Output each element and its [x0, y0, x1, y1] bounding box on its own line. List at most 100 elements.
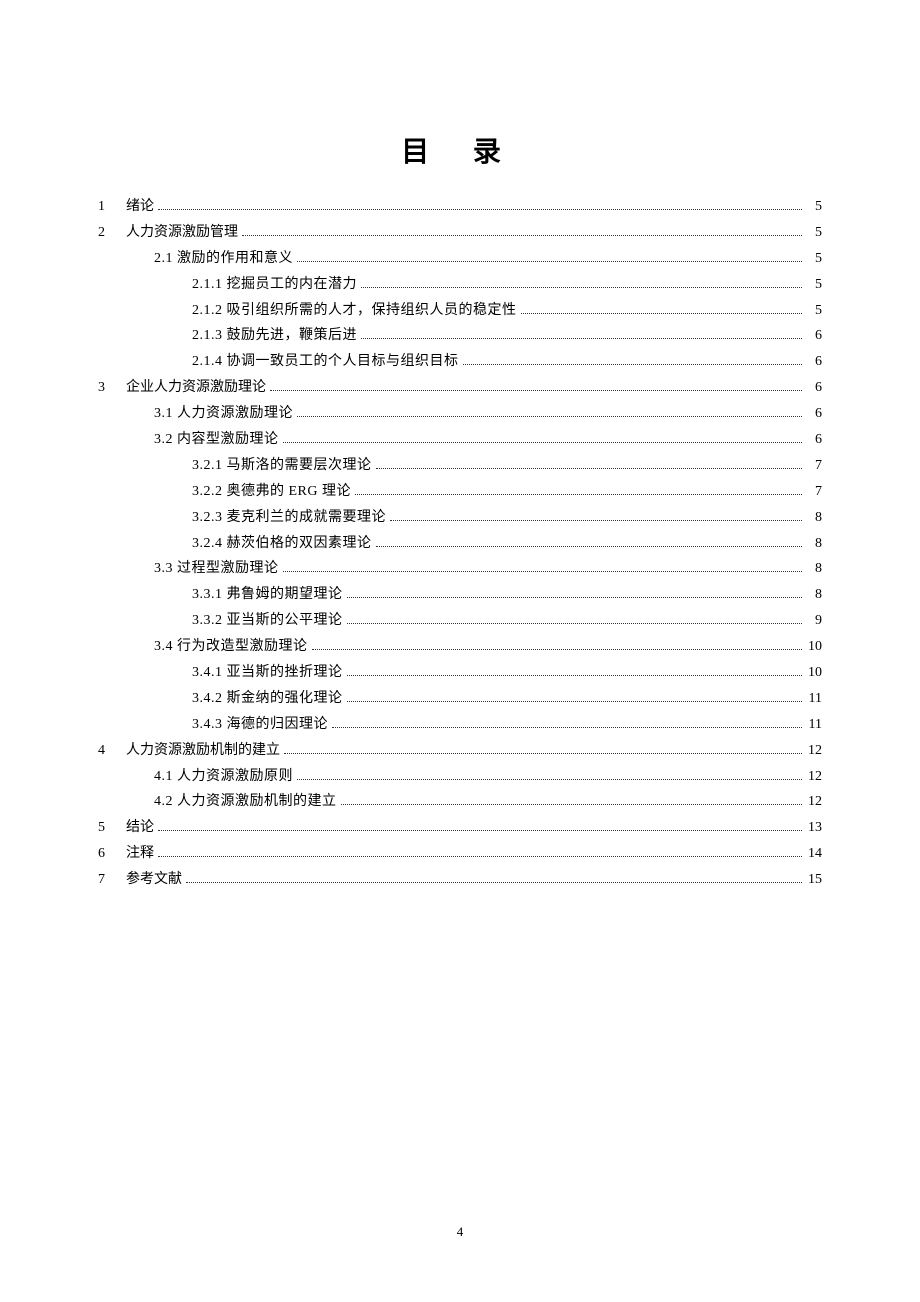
toc-entry-page: 5: [806, 272, 822, 298]
toc-leader-dots: [158, 209, 802, 210]
toc-entry: 3.2 内容型激励理论 6: [98, 427, 822, 453]
toc-entry-label: 参考文献: [126, 867, 182, 893]
toc-entry-label: 2.1 激励的作用和意义: [154, 246, 293, 272]
toc-entry: 2.1.4 协调一致员工的个人目标与组织目标 6: [98, 349, 822, 375]
toc-entry-label: 3.4.2 斯金纳的强化理论: [192, 686, 343, 712]
toc-entry-label: 3.2.2 奥德弗的 ERG 理论: [192, 479, 351, 505]
toc-leader-dots: [361, 338, 802, 339]
toc-leader-dots: [341, 804, 803, 805]
toc-entry-label: 3.4.3 海德的归因理论: [192, 712, 328, 738]
toc-entry: 1绪论5: [98, 194, 822, 220]
toc-entry-page: 7: [806, 453, 822, 479]
toc-entry: 2.1.1 挖掘员工的内在潜力 5: [98, 272, 822, 298]
toc-entry-label: 4.1 人力资源激励原则: [154, 764, 293, 790]
toc-leader-dots: [158, 856, 802, 857]
toc-leader-dots: [186, 882, 802, 883]
toc-entry: 3.2.1 马斯洛的需要层次理论 7: [98, 453, 822, 479]
toc-leader-dots: [347, 597, 803, 598]
toc-entry-label: 3.3.1 弗鲁姆的期望理论: [192, 582, 343, 608]
toc-entry-label: 4.2 人力资源激励机制的建立: [154, 789, 337, 815]
toc-entry: 7参考文献 15: [98, 867, 822, 893]
toc-entry-page: 8: [806, 582, 822, 608]
toc-entry-label: 结论: [126, 815, 154, 841]
toc-entry-page: 12: [806, 764, 822, 790]
toc-entry: 3企业人力资源激励理论 6: [98, 375, 822, 401]
toc-entry-label: 3.4 行为改造型激励理论: [154, 634, 308, 660]
toc-leader-dots: [242, 235, 802, 236]
toc-entry: 4.2 人力资源激励机制的建立 12: [98, 789, 822, 815]
toc-entry: 3.2.2 奥德弗的 ERG 理论 7: [98, 479, 822, 505]
toc-entry-label: 3.4.1 亚当斯的挫折理论: [192, 660, 343, 686]
toc-leader-dots: [297, 416, 802, 417]
toc-entry-page: 6: [806, 323, 822, 349]
toc-entry-page: 11: [806, 686, 822, 712]
toc-entry-label: 企业人力资源激励理论: [126, 375, 266, 401]
toc-leader-dots: [376, 546, 803, 547]
toc-entry-page: 11: [806, 712, 822, 738]
toc-entry-page: 7: [806, 479, 822, 505]
toc-entry-label: 3.1 人力资源激励理论: [154, 401, 293, 427]
toc-entry-page: 8: [806, 505, 822, 531]
toc-entry-page: 6: [806, 427, 822, 453]
toc-entry-page: 14: [806, 841, 822, 867]
toc-entry-label: 人力资源激励管理: [126, 220, 238, 246]
toc-entry-page: 5: [806, 246, 822, 272]
toc-entry: 2.1.2 吸引组织所需的人才，保持组织人员的稳定性 5: [98, 298, 822, 324]
toc-entry-page: 6: [806, 349, 822, 375]
toc-leader-dots: [284, 753, 802, 754]
toc-leader-dots: [347, 675, 803, 676]
toc-entry-label: 2.1.4 协调一致员工的个人目标与组织目标: [192, 349, 459, 375]
toc-leader-dots: [463, 364, 803, 365]
toc-leader-dots: [361, 287, 802, 288]
toc-entry-page: 9: [806, 608, 822, 634]
toc-entry-page: 10: [806, 634, 822, 660]
toc-entry: 3.4.3 海德的归因理论 11: [98, 712, 822, 738]
toc-entry-page: 6: [806, 375, 822, 401]
toc-entry-label: 3.2.1 马斯洛的需要层次理论: [192, 453, 372, 479]
toc-entry: 3.3.2 亚当斯的公平理论 9: [98, 608, 822, 634]
toc-entry: 3.2.4 赫茨伯格的双因素理论8: [98, 531, 822, 557]
toc-entry-page: 5: [806, 298, 822, 324]
toc-entry-page: 13: [806, 815, 822, 841]
toc-entry-label: 3.2.4 赫茨伯格的双因素理论: [192, 531, 372, 557]
toc-entry: 3.4.2 斯金纳的强化理论 11: [98, 686, 822, 712]
toc-entry-page: 15: [806, 867, 822, 893]
toc-leader-dots: [297, 261, 802, 262]
toc-entry: 3.3 过程型激励理论8: [98, 556, 822, 582]
toc-entry: 3.3.1 弗鲁姆的期望理论 8: [98, 582, 822, 608]
toc-entry-label: 2.1.1 挖掘员工的内在潜力: [192, 272, 357, 298]
toc-entry: 2.1 激励的作用和意义 5: [98, 246, 822, 272]
toc-entry-number: 7: [98, 867, 126, 893]
toc-leader-dots: [297, 779, 802, 780]
toc-leader-dots: [347, 701, 803, 702]
toc-leader-dots: [283, 442, 803, 443]
toc-entry-page: 5: [806, 194, 822, 220]
toc-entry-number: 2: [98, 220, 126, 246]
toc-entry-number: 6: [98, 841, 126, 867]
toc-leader-dots: [283, 571, 803, 572]
toc-entry-label: 3.3.2 亚当斯的公平理论: [192, 608, 343, 634]
toc-entry-label: 3.3 过程型激励理论: [154, 556, 279, 582]
toc-entry: 3.4.1 亚当斯的挫折理论10: [98, 660, 822, 686]
toc-leader-dots: [312, 649, 803, 650]
toc-entry-label: 绪论: [126, 194, 154, 220]
toc-entry: 4人力资源激励机制的建立12: [98, 738, 822, 764]
toc-entry-page: 12: [806, 789, 822, 815]
toc-entry-label: 注释: [126, 841, 154, 867]
toc-title: 目 录: [98, 130, 822, 170]
toc-entry-label: 2.1.3 鼓励先进，鞭策后进: [192, 323, 357, 349]
toc-entry-number: 3: [98, 375, 126, 401]
toc-entry-label: 2.1.2 吸引组织所需的人才，保持组织人员的稳定性: [192, 298, 517, 324]
toc-entry-page: 5: [806, 220, 822, 246]
toc-entry: 3.2.3 麦克利兰的成就需要理论8: [98, 505, 822, 531]
toc-entry-number: 4: [98, 738, 126, 764]
toc-entry-number: 5: [98, 815, 126, 841]
toc-entry-label: 3.2 内容型激励理论: [154, 427, 279, 453]
page-number: 4: [0, 1224, 920, 1240]
toc-entry: 6注释 14: [98, 841, 822, 867]
toc-leader-dots: [355, 494, 802, 495]
toc-leader-dots: [270, 390, 802, 391]
toc-entry-page: 6: [806, 401, 822, 427]
toc-entry: 3.4 行为改造型激励理论 10: [98, 634, 822, 660]
toc-entry: 2.1.3 鼓励先进，鞭策后进 6: [98, 323, 822, 349]
